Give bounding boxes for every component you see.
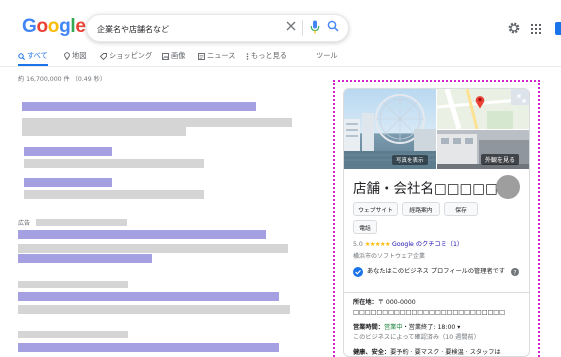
open-status: 営業中 [383,324,403,331]
image-icon [162,52,169,60]
ad-url-placeholder [36,219,127,226]
view-photos-button[interactable]: 写真を表示 [392,155,428,165]
result-title-placeholder[interactable] [18,292,279,301]
sitelink-placeholder[interactable] [24,147,112,156]
tab-images[interactable]: 画像 [162,51,185,61]
ad-snippet-placeholder [18,244,288,253]
tab-label: 画像 [171,51,186,60]
sitelink-placeholder[interactable] [24,178,112,187]
business-profile-panel: 写真を表示 外観を見る 店舗・会社名□□□□□ ウェブサイト 経路案内 保存 電… [343,88,530,357]
tab-all[interactable]: すべて [18,51,48,61]
street-view-thumbnail[interactable]: 外観を見る [437,130,529,169]
health-value: 要予約 · 要マスク · 要検温 · スタッフは [390,349,501,356]
sitelink-snippet-placeholder [24,190,204,199]
tab-shopping[interactable]: ショッピング [100,51,152,61]
hours-dropdown[interactable]: ・営業終了: 18:00 ▾ [403,324,461,331]
ad-title-placeholder[interactable] [18,230,266,239]
result-title-placeholder[interactable] [18,343,279,352]
owner-avatar[interactable] [496,175,520,199]
result-snippet-placeholder [22,118,292,127]
result-url-placeholder [18,281,128,288]
sitelink-snippet-placeholder [24,159,204,168]
tab-tools[interactable]: ツール [316,51,338,61]
verification-text: あなたはこのビジネス プロフィールの管理者です [367,268,505,275]
website-button[interactable]: ウェブサイト [353,202,398,216]
result-url-placeholder [18,331,128,338]
search-icon [18,52,25,60]
logo-letter: e [75,16,86,37]
address-row: 所在地：〒 000-0000 □□□□□□□□□□□□□□□□□□□□□□□□□… [353,298,523,318]
tabs-divider [0,66,561,67]
tab-news[interactable]: ニュース [198,51,235,61]
result-stats: 約 16,700,000 件 （0.49 秒） [18,76,107,83]
business-photo[interactable]: 写真を表示 [344,89,436,169]
result-snippet-placeholder [22,127,186,136]
street-view-button[interactable]: 外観を見る [481,154,520,165]
directions-button[interactable]: 経路案内 [402,202,440,216]
news-icon [198,52,205,60]
health-safety-row: 健康、安全：要予約 · 要マスク · 要検温 · スタッフは [353,348,528,356]
reviews-link[interactable]: Google のクチコミ（1） [392,241,463,248]
logo-letter: G [22,16,37,37]
address-label: 所在地： [353,299,378,306]
panel-divider [344,292,529,293]
search-input[interactable] [97,21,277,37]
hours-note: このビジネスによって確認済み（10 週間前） [353,334,480,341]
apps-grid-icon[interactable] [531,24,541,34]
map-pin-icon [64,52,70,60]
logo-letter: o [47,16,60,37]
svg-text:?: ? [513,269,516,276]
rating-row: 5.0 ★★★★★ Google のクチコミ（1） [353,239,463,248]
tab-label: ツール [316,51,338,60]
help-icon[interactable]: ? [511,268,519,276]
tab-label: ニュース [207,51,236,60]
search-icon[interactable] [327,20,339,32]
expand-icon[interactable] [517,94,526,103]
call-button[interactable]: 電話 [353,220,377,234]
tab-label: ショッピング [109,51,153,60]
tag-icon [100,52,107,60]
health-label: 健康、安全： [353,349,391,356]
hours-row: 営業時間：営業中・営業終了: 18:00 ▾ このビジネスによって確認済み（10… [353,323,528,343]
tab-maps[interactable]: 地図 [64,51,86,61]
star-rating-icon: ★★★★★ [364,241,391,248]
ad-label: 広告 [18,220,31,227]
save-button[interactable]: 保存 [444,202,478,216]
business-category: 横浜市のソフトウェア企業 [353,253,426,260]
more-vert-icon [246,52,249,60]
logo-letter: g [59,16,71,37]
business-name: 店舗・会社名□□□□□ [353,181,498,197]
gear-icon[interactable] [508,22,520,34]
tab-label: もっと見る [251,51,287,60]
result-snippet-placeholder [18,305,290,314]
verified-check-icon [353,267,363,277]
account-avatar[interactable] [555,22,561,35]
tab-more[interactable]: もっと見る [246,51,287,61]
map-pin-icon [475,96,485,109]
search-divider [302,20,303,36]
logo-letter: o [36,16,48,37]
clear-icon[interactable] [286,21,296,31]
microphone-icon[interactable] [310,20,320,34]
ad-sitelink-placeholder[interactable] [18,254,152,263]
result-title-placeholder[interactable] [22,102,256,111]
rating-value: 5.0 [353,241,363,248]
tab-label: すべて [27,51,48,60]
owner-verification: あなたはこのビジネス プロフィールの管理者です ? [353,267,523,289]
map-thumbnail[interactable] [437,89,529,129]
google-logo[interactable]: Google [22,16,86,38]
hours-label: 営業時間： [353,324,384,331]
tab-label: 地図 [72,51,87,60]
